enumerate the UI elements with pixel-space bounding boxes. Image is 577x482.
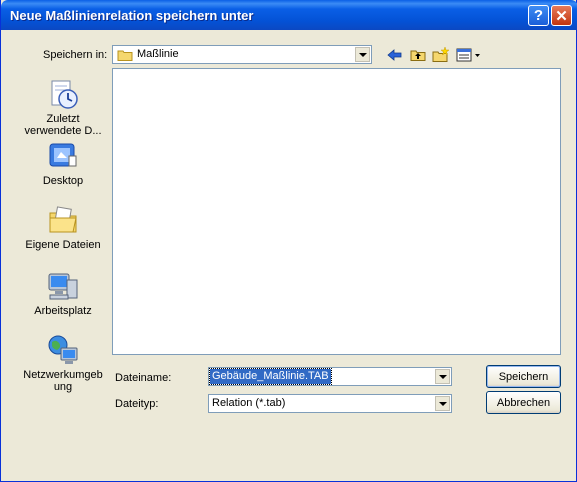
recent-documents-icon [47,78,79,110]
new-folder-icon[interactable] [432,46,450,64]
help-button[interactable]: ? [528,5,549,26]
place-desktop-label: Desktop [42,175,84,187]
filename-input[interactable]: Gebäude_Maßlinie.TAB [208,367,452,386]
up-folder-icon[interactable] [409,46,427,64]
folder-icon [117,49,133,64]
place-network-label: Netzwerkumgebung [23,369,103,393]
filetype-select[interactable]: Relation (*.tab) [208,394,452,413]
network-icon [47,334,79,366]
filetype-label: Dateityp: [115,398,159,410]
location-dropdown-arrow[interactable] [355,47,370,62]
place-my-computer-label: Arbeitsplatz [34,305,92,317]
filetype-value: Relation (*.tab) [212,397,286,409]
place-recent[interactable]: Zuletzt verwendete D... [19,78,107,137]
back-arrow-icon[interactable] [386,46,404,64]
save-as-dialog: Neue Maßlinienrelation speichern unter ?… [0,0,577,482]
cancel-button[interactable]: Abbrechen [486,391,561,414]
my-documents-icon [47,204,79,236]
title-bar[interactable]: Neue Maßlinienrelation speichern unter ?… [1,0,577,30]
dialog-title: Neue Maßlinienrelation speichern unter [10,8,254,23]
location-value: Maßlinie [137,48,179,60]
file-list[interactable] [112,68,561,355]
place-network[interactable]: Netzwerkumgebung [19,334,107,393]
filename-dropdown-arrow[interactable] [435,369,450,384]
view-menu-icon[interactable] [455,46,483,64]
location-dropdown[interactable]: Maßlinie [112,45,372,64]
place-my-computer[interactable]: Arbeitsplatz [19,270,107,317]
close-button[interactable]: ✕ [551,5,572,26]
desktop-icon [47,140,79,172]
my-computer-icon [47,270,79,302]
place-my-documents[interactable]: Eigene Dateien [19,204,107,251]
place-recent-label: Zuletzt verwendete D... [24,113,102,137]
place-my-documents-label: Eigene Dateien [25,239,101,251]
save-in-label: Speichern in: [43,49,108,61]
filetype-dropdown-arrow[interactable] [435,396,450,411]
save-button[interactable]: Speichern [486,365,561,388]
place-desktop[interactable]: Desktop [19,140,107,187]
filename-value: Gebäude_Maßlinie.TAB [209,368,332,385]
filename-label: Dateiname: [115,372,172,384]
